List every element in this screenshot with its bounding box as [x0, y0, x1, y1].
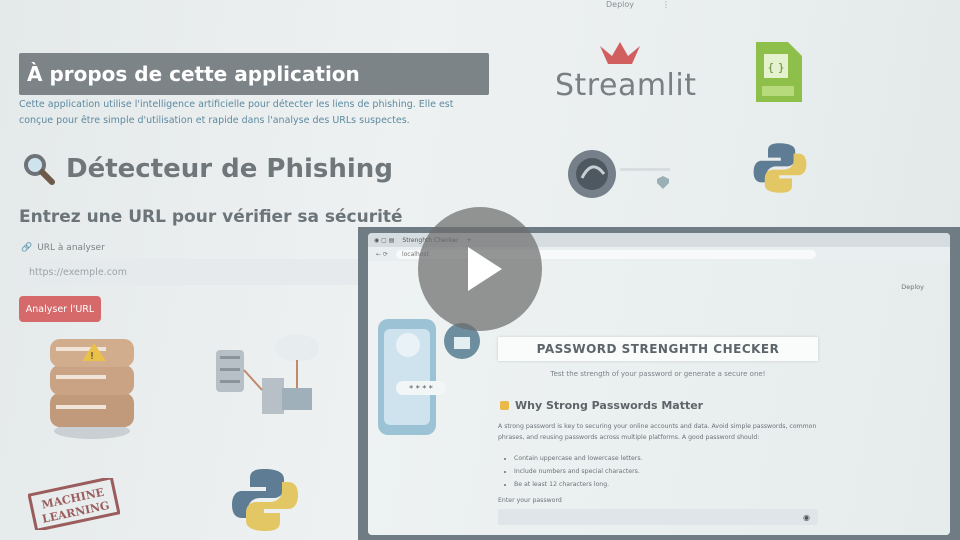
top-toolbar: Deploy ⋮: [606, 0, 670, 12]
analyze-url-button[interactable]: Analyser l'URL: [19, 296, 101, 322]
about-text: Cette application utilise l'intelligence…: [19, 99, 454, 126]
url-input[interactable]: [19, 259, 364, 285]
password-label: Enter your password: [498, 497, 562, 504]
phone-lock-illustration: * * * *: [378, 319, 480, 435]
deploy-button[interactable]: Deploy: [606, 0, 634, 12]
password-input[interactable]: ◉: [498, 509, 818, 525]
link-icon: 🔗: [21, 243, 33, 253]
section-heading-text: Why Strong Passwords Matter: [515, 399, 704, 412]
python-logo: [232, 469, 298, 531]
list-item: Contain uppercase and lowercase letters.: [514, 452, 643, 465]
section-paragraph: A strong password is key to securing you…: [498, 423, 817, 441]
app-subtitle: Test the strength of your password or ge…: [550, 370, 766, 378]
url-label: 🔗 URL à analyser: [21, 243, 105, 253]
css-file-icon: { }: [756, 42, 802, 102]
streamlit-crown-icon: [600, 42, 640, 64]
list-item: Be at least 12 characters long.: [514, 478, 643, 491]
svg-text:* * * *: * * * *: [409, 384, 433, 393]
page-title: Détecteur de Phishing: [22, 152, 393, 186]
svg-text:!: !: [90, 351, 94, 362]
title-text: Détecteur de Phishing: [66, 154, 393, 184]
database-network-illustration: [216, 334, 319, 414]
nav-icons: ← ⟳: [376, 250, 388, 258]
server-warning-illustration: !: [50, 339, 134, 439]
app-title: PASSWORD STRENGHTH CHECKER: [498, 337, 818, 361]
streamlit-logo-text: Streamlit: [555, 68, 697, 103]
machine-learning-stamp: MACHINE LEARNING: [28, 478, 120, 530]
section-heading: Why Strong Passwords Matter: [500, 399, 703, 412]
play-button[interactable]: [418, 207, 542, 331]
app-deploy-button[interactable]: Deploy: [901, 283, 924, 291]
section-subtitle: Entrez une URL pour vérifier sa sécurité: [19, 207, 403, 227]
url-label-text: URL à analyser: [37, 243, 105, 253]
lock-icon: [500, 401, 509, 410]
python-logo-small: [753, 143, 807, 193]
requirements-list: Contain uppercase and lowercase letters.…: [508, 452, 643, 491]
browser-icons: ◉ ▢ ▤: [374, 236, 395, 244]
magnifier-icon: [24, 154, 55, 185]
list-item: Include numbers and special characters.: [514, 465, 643, 478]
about-title: À propos de cette application: [19, 53, 489, 95]
main-menu-icon[interactable]: ⋮: [662, 0, 670, 12]
owasp-logo: [568, 150, 670, 198]
play-icon: [468, 247, 502, 291]
eye-icon[interactable]: ◉: [803, 513, 810, 522]
svg-text:{ }: { }: [767, 61, 785, 74]
